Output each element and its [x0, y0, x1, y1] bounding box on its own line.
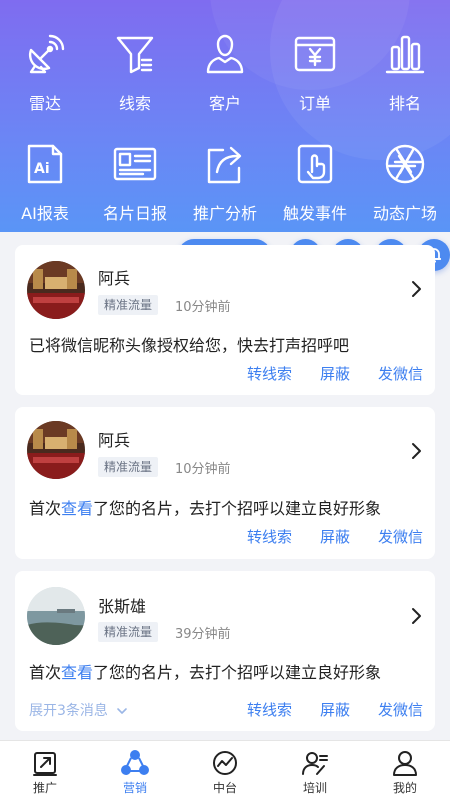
block-button[interactable]: 屏蔽: [320, 363, 350, 384]
menu-item-feed-square[interactable]: 动态广场: [360, 142, 450, 224]
menu-row-1: 雷达 线索 客户 订单 排名: [0, 32, 450, 114]
menu-item-promo-analysis[interactable]: 推广分析: [180, 142, 270, 224]
view-link[interactable]: 查看: [61, 499, 93, 518]
menu-item-order[interactable]: 订单: [270, 32, 360, 114]
avatar: [27, 261, 85, 319]
tab-promote[interactable]: 推广: [0, 741, 90, 800]
chevron-right-icon[interactable]: [409, 442, 423, 460]
timestamp: 10分钟前: [175, 300, 231, 315]
menu-item-trigger-event[interactable]: 触发事件: [270, 142, 360, 224]
ranking-icon: [385, 35, 425, 74]
menu-label: 触发事件: [282, 204, 347, 223]
message-text: 首次查看了您的名片，去打个招呼以建立良好形象: [29, 659, 381, 683]
radar-icon: [28, 34, 65, 74]
message-card[interactable]: 阿兵 精准流量 10分钟前 首次查看了您的名片，去打个招呼以建立良好形象 转线索…: [15, 407, 435, 559]
header-panel: 雷达 线索 客户 订单 排名 Ai AI报表 名片日报 推广分析 触发事件 动态…: [0, 0, 450, 232]
menu-item-ranking[interactable]: 排名: [360, 32, 450, 114]
business-card-icon: [113, 147, 157, 181]
chevron-right-icon[interactable]: [409, 607, 423, 625]
tab-label: 我的: [392, 781, 417, 795]
training-icon: [302, 752, 328, 775]
avatar: [27, 587, 85, 645]
message-card[interactable]: 阿兵 精准流量 10分钟前 已将微信昵称头像授权给您，快去打声招呼吧 转线索 屏…: [15, 245, 435, 395]
chevron-right-icon[interactable]: [409, 280, 423, 298]
menu-item-customer[interactable]: 客户: [180, 32, 270, 114]
tab-label: 推广: [32, 781, 57, 795]
message-text: 首次查看了您的名片，去打个招呼以建立良好形象: [29, 495, 381, 519]
menu-label: 订单: [298, 94, 331, 113]
view-link[interactable]: 查看: [61, 663, 93, 682]
menu-label: 推广分析: [192, 204, 257, 223]
message-text-part: 首次: [29, 499, 62, 518]
message-text-part: 已将微信昵称头像授权给您，快去打声招呼吧: [29, 336, 350, 355]
menu-label: 动态广场: [372, 204, 437, 223]
block-button[interactable]: 屏蔽: [320, 699, 350, 720]
block-button[interactable]: 屏蔽: [320, 526, 350, 547]
message-text-part: 首次: [29, 663, 62, 682]
funnel-icon: [116, 36, 154, 74]
contact-name: 张斯雄: [98, 597, 147, 616]
card-actions: 转线索 屏蔽 发微信: [219, 699, 423, 720]
tab-label: 营销: [122, 781, 147, 795]
menu-item-leads[interactable]: 线索: [90, 32, 180, 114]
expand-label: 展开3条消息: [29, 703, 108, 719]
send-wechat-button[interactable]: 发微信: [378, 363, 423, 384]
order-icon: [294, 36, 336, 72]
menu-item-radar[interactable]: 雷达: [0, 32, 90, 114]
expand-messages-button[interactable]: 展开3条消息: [29, 700, 128, 720]
card-actions: 转线索 屏蔽 发微信: [219, 526, 423, 547]
menu-label: 客户: [208, 94, 241, 113]
tab-marketing[interactable]: 营销: [90, 741, 180, 800]
message-card[interactable]: 张斯雄 精准流量 39分钟前 首次查看了您的名片，去打个招呼以建立良好形象 展开…: [15, 571, 435, 731]
menu-item-card-daily[interactable]: 名片日报: [90, 142, 180, 224]
source-tag: 精准流量: [98, 295, 159, 315]
share-arrow-icon: [207, 146, 242, 184]
marketing-icon: [121, 750, 149, 775]
convert-lead-button[interactable]: 转线索: [247, 363, 292, 384]
convert-lead-button[interactable]: 转线索: [247, 526, 292, 547]
tab-label: 培训: [302, 781, 327, 795]
svg-text:Ai: Ai: [34, 161, 50, 177]
menu-item-ai-report[interactable]: Ai AI报表: [0, 142, 90, 224]
menu-label: 排名: [388, 94, 421, 113]
source-tag: 精准流量: [98, 457, 159, 477]
touch-icon: [297, 144, 333, 184]
chevron-down-icon: [117, 708, 128, 714]
contact-name: 阿兵: [98, 431, 131, 450]
tab-training[interactable]: 培训: [270, 741, 360, 800]
menu-label: 名片日报: [102, 204, 167, 223]
user-icon: [206, 34, 244, 74]
send-wechat-button[interactable]: 发微信: [378, 699, 423, 720]
tab-mine[interactable]: 我的: [360, 741, 450, 800]
convert-lead-button[interactable]: 转线索: [247, 699, 292, 720]
profile-icon: [393, 751, 417, 776]
message-text-part: 了您的名片，去打个招呼以建立良好形象: [93, 663, 382, 682]
menu-label: AI报表: [21, 204, 69, 223]
avatar: [27, 421, 85, 479]
message-text: 已将微信昵称头像授权给您，快去打声招呼吧: [29, 332, 349, 356]
promote-icon: [33, 752, 57, 776]
tab-label: 中台: [212, 781, 237, 795]
tab-middle-office[interactable]: 中台: [180, 741, 270, 800]
send-wechat-button[interactable]: 发微信: [378, 526, 423, 547]
timestamp: 39分钟前: [175, 627, 231, 642]
timestamp: 10分钟前: [175, 462, 231, 477]
aperture-icon: [385, 144, 425, 184]
menu-label: 线索: [118, 94, 151, 113]
bottom-tab-bar: 推广 营销 中台 培训 我的: [0, 740, 450, 800]
card-actions: 转线索 屏蔽 发微信: [219, 363, 423, 384]
source-tag: 精准流量: [98, 622, 159, 642]
menu-row-2: Ai AI报表 名片日报 推广分析 触发事件 动态广场: [0, 142, 450, 224]
menu-label: 雷达: [28, 94, 61, 113]
trend-icon: [213, 751, 237, 775]
ai-report-icon: Ai: [27, 144, 63, 184]
message-text-part: 了您的名片，去打个招呼以建立良好形象: [93, 499, 382, 518]
contact-name: 阿兵: [98, 269, 131, 288]
